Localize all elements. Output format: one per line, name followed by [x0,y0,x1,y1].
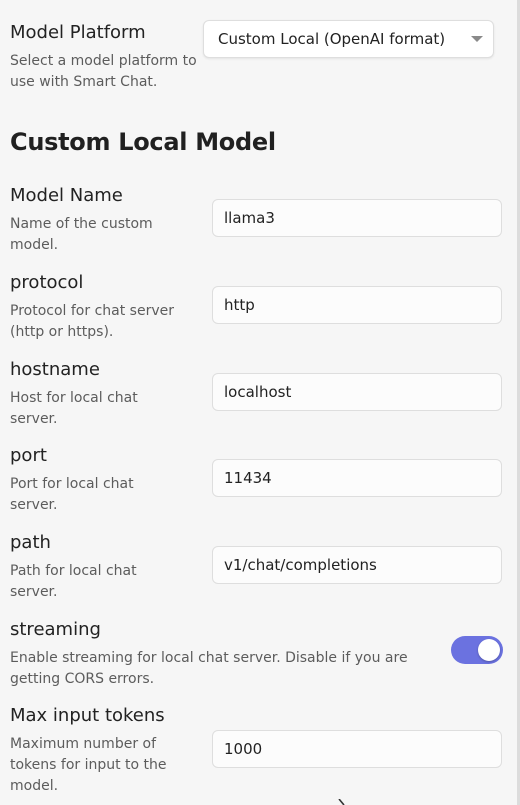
dropdown-selected-value: Custom Local (OpenAI format) [218,30,446,48]
setting-description: Select a model platform to use with Smar… [10,53,197,90]
port-input[interactable] [212,459,502,497]
model-platform-dropdown[interactable]: Custom Local (OpenAI format) [203,20,494,58]
chevron-down-icon [471,36,483,42]
setting-streaming: streaming Enable streaming for local cha… [10,619,510,689]
path-input[interactable] [212,546,502,584]
section-title: Custom Local Model [10,128,276,156]
setting-name: path [10,532,51,553]
toggle-knob [478,639,500,661]
setting-model-name: Model Name Name of the custom model. [10,185,510,255]
setting-hostname: hostname Host for local chat server. [10,359,510,429]
setting-name: streaming [10,619,101,640]
model-name-input[interactable] [212,199,502,237]
setting-port: port Port for local chat server. [10,445,510,515]
setting-description: Path for local chat server. [10,563,137,600]
setting-description: Host for local chat server. [10,390,138,427]
streaming-toggle[interactable] [451,636,503,664]
partial-cursor-icon [338,799,345,805]
setting-name: protocol [10,272,84,293]
setting-description: Maximum number of tokens for input to th… [10,736,167,794]
setting-description: Enable streaming for local chat server. … [10,650,408,687]
setting-name: Model Platform [10,22,146,43]
setting-description: Port for local chat server. [10,476,134,513]
setting-max-input-tokens: Max input tokens Maximum number of token… [10,705,510,795]
setting-path: path Path for local chat server. [10,532,510,602]
setting-name: Model Name [10,185,123,206]
setting-name: hostname [10,359,100,380]
setting-name: port [10,445,47,466]
max-input-tokens-input[interactable] [212,730,502,768]
setting-description: Name of the custom model. [10,216,153,253]
hostname-input[interactable] [212,373,502,411]
setting-protocol: protocol Protocol for chat server (http … [10,272,510,342]
setting-name: Max input tokens [10,705,165,726]
setting-description: Protocol for chat server (http or https)… [10,303,174,340]
protocol-input[interactable] [212,286,502,324]
